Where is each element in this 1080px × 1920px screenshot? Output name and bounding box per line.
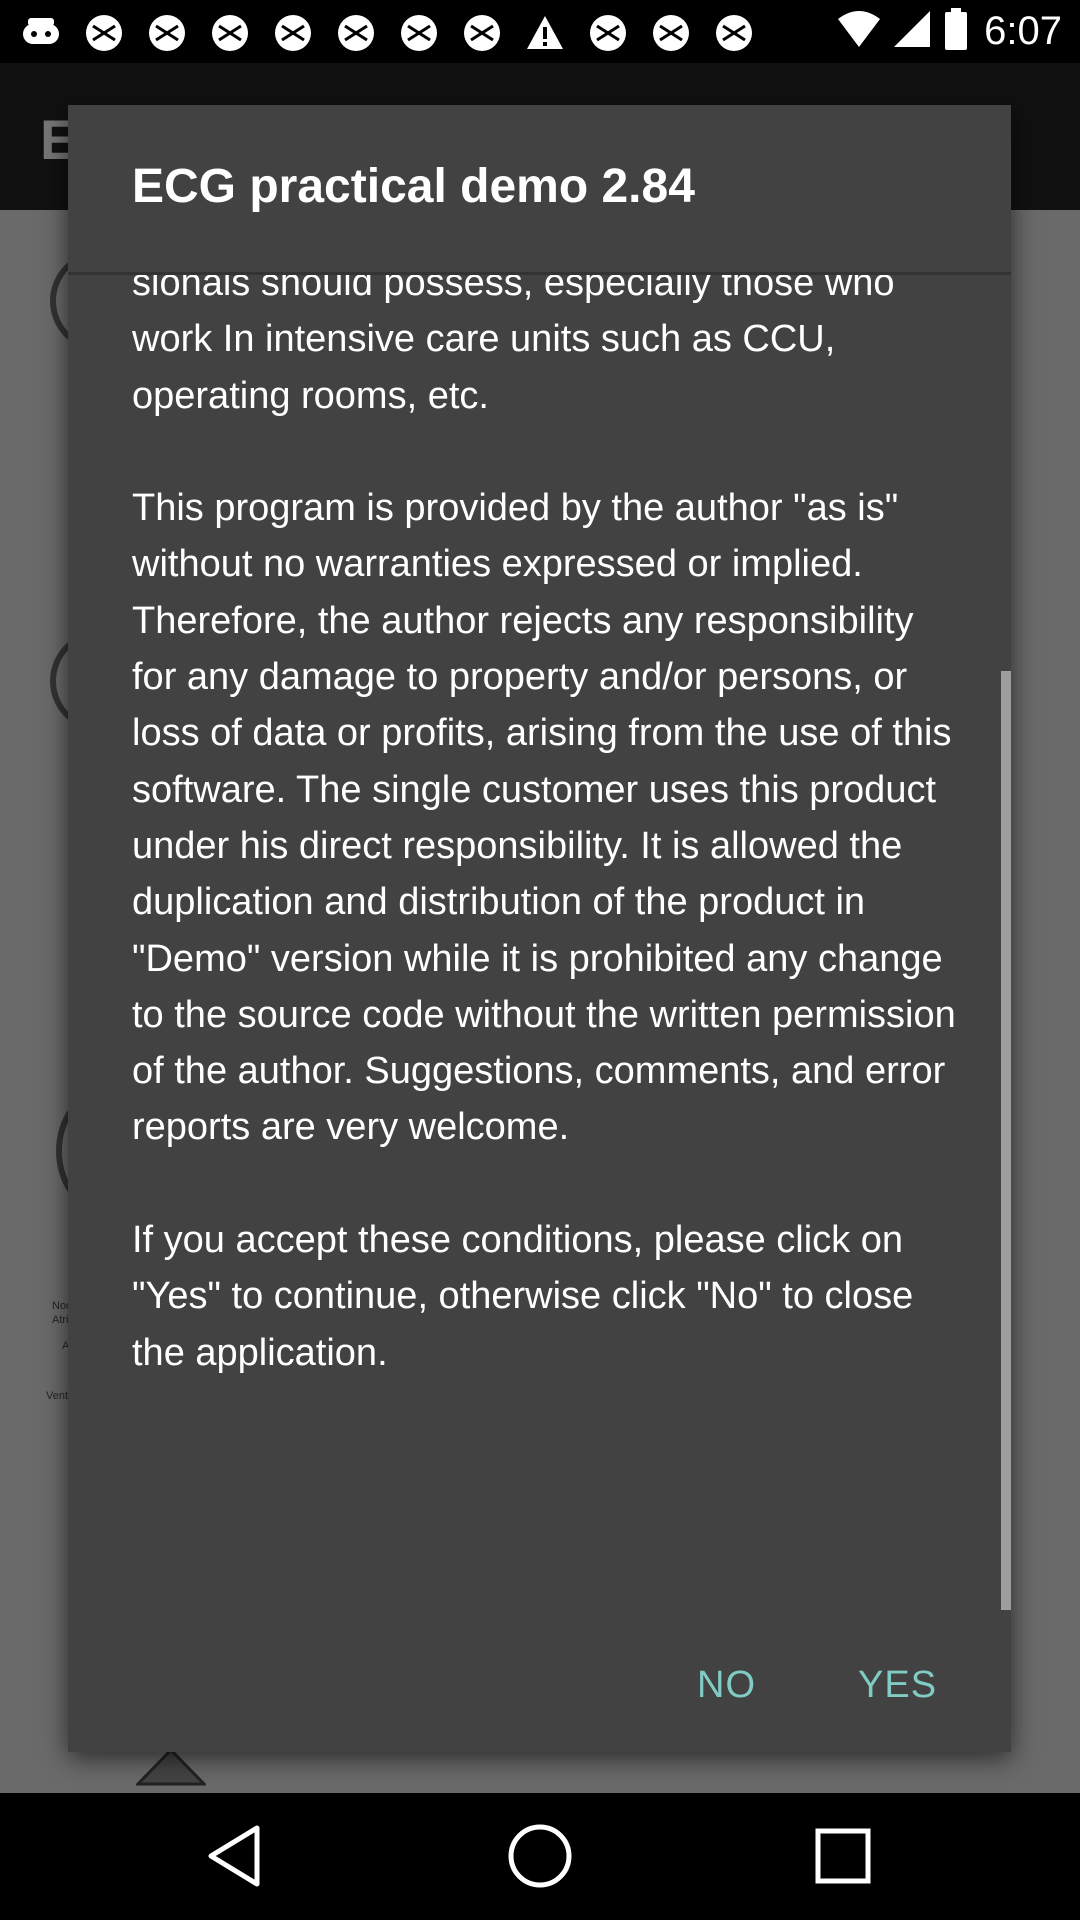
disclaimer-dialog: ECG practical demo 2.84 sionals should p… bbox=[68, 105, 1011, 1752]
no-button[interactable]: NO bbox=[687, 1655, 766, 1715]
system-status: 6:07 bbox=[836, 8, 1062, 55]
dialog-message: sionals should possess, especially those… bbox=[132, 275, 962, 1381]
navigation-bar bbox=[0, 1793, 1080, 1920]
dialog-paragraph: sionals should possess, especially those… bbox=[132, 275, 895, 417]
battery-icon bbox=[944, 8, 968, 55]
back-icon[interactable] bbox=[200, 1821, 270, 1891]
android-icon bbox=[270, 10, 316, 56]
home-icon[interactable] bbox=[505, 1821, 575, 1891]
wifi-icon bbox=[836, 9, 882, 54]
scrollbar-thumb[interactable] bbox=[1001, 671, 1011, 1610]
android-icon bbox=[648, 10, 694, 56]
notification-icons bbox=[18, 10, 774, 56]
android-icon bbox=[585, 10, 631, 56]
android-icon bbox=[144, 10, 190, 56]
dialog-button-bar: NO YES bbox=[68, 1635, 1011, 1735]
android-icon bbox=[333, 10, 379, 56]
android-icon bbox=[18, 10, 64, 56]
warning-icon bbox=[522, 10, 568, 56]
clock: 6:07 bbox=[984, 9, 1062, 53]
yes-button[interactable]: YES bbox=[848, 1655, 947, 1715]
android-icon bbox=[81, 10, 127, 56]
cellular-signal-icon bbox=[892, 9, 932, 54]
dialog-paragraph: This program is provided by the author "… bbox=[132, 487, 956, 1149]
recent-apps-icon[interactable] bbox=[808, 1821, 878, 1891]
android-icon bbox=[711, 10, 757, 56]
dialog-paragraph: If you accept these conditions, please c… bbox=[132, 1219, 914, 1374]
background-label: Atri bbox=[52, 1314, 69, 1326]
android-icon bbox=[396, 10, 442, 56]
status-bar: 6:07 bbox=[0, 0, 1080, 63]
dialog-scroll-area[interactable]: sionals should possess, especially those… bbox=[68, 275, 1011, 1709]
dialog-title: ECG practical demo 2.84 bbox=[132, 160, 695, 213]
android-icon bbox=[459, 10, 505, 56]
background-arrow-icon bbox=[134, 1747, 208, 1791]
android-icon bbox=[207, 10, 253, 56]
background-label: Vent bbox=[46, 1390, 69, 1402]
